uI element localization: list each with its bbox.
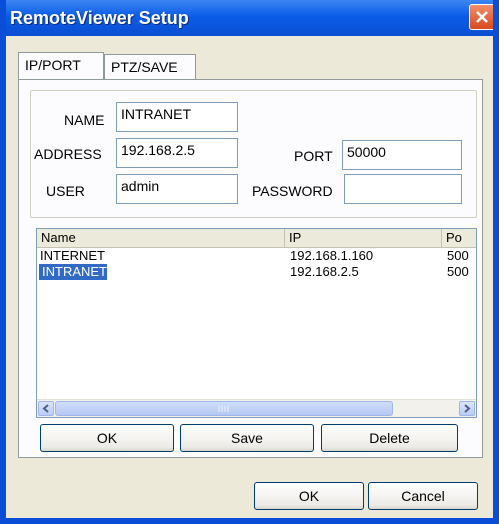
user-label: USER	[46, 183, 85, 199]
row-port: 500	[447, 264, 469, 279]
cancel-button[interactable]: Cancel	[368, 482, 478, 510]
row-name: INTRANET	[39, 264, 107, 280]
address-label: ADDRESS	[34, 146, 102, 162]
setup-dialog: RemoteViewer Setup IP/PORT PTZ/SAVE NAME…	[0, 0, 499, 524]
tab-ptz-save[interactable]: PTZ/SAVE	[104, 54, 196, 80]
password-label: PASSWORD	[252, 183, 333, 199]
scroll-left-button[interactable]	[38, 401, 54, 416]
window-title: RemoteViewer Setup	[10, 8, 189, 28]
list-header: Name IP Po	[37, 229, 476, 248]
row-port: 500	[447, 248, 469, 263]
grip-icon	[218, 406, 229, 412]
list-row[interactable]: INTERNET 192.168.1.160 500	[37, 248, 476, 264]
title-bar[interactable]: RemoteViewer Setup	[6, 0, 493, 36]
tab-ip-port[interactable]: IP/PORT	[18, 52, 104, 80]
list-ok-button[interactable]: OK	[40, 424, 174, 452]
name-field[interactable]: INTRANET	[116, 102, 238, 132]
list-row-selected[interactable]: INTRANET 192.168.2.5 500	[37, 264, 476, 280]
row-ip: 192.168.2.5	[290, 264, 359, 279]
row-ip: 192.168.1.160	[290, 248, 374, 263]
connection-list[interactable]: Name IP Po INTERNET 192.168.1.160 500 IN…	[36, 228, 477, 418]
row-name: INTERNET	[40, 248, 105, 263]
arrow-left-icon	[42, 404, 49, 413]
save-button[interactable]: Save	[180, 424, 314, 452]
close-button[interactable]	[469, 4, 493, 30]
scroll-right-button[interactable]	[459, 401, 475, 416]
tab-label: IP/PORT	[25, 57, 81, 73]
column-header-port[interactable]: Po	[442, 229, 476, 247]
delete-button[interactable]: Delete	[321, 424, 458, 452]
column-header-name[interactable]: Name	[37, 229, 285, 247]
user-field[interactable]: admin	[116, 174, 238, 204]
tab-label: PTZ/SAVE	[111, 59, 178, 75]
password-field[interactable]	[344, 174, 462, 204]
arrow-right-icon	[464, 404, 471, 413]
column-header-ip[interactable]: IP	[285, 229, 442, 247]
port-field[interactable]: 50000	[342, 140, 462, 170]
dialog-ok-button[interactable]: OK	[254, 482, 364, 510]
close-icon	[476, 11, 488, 23]
port-label: PORT	[294, 148, 333, 164]
horizontal-scrollbar[interactable]	[37, 399, 476, 417]
name-label: NAME	[64, 112, 105, 128]
scroll-thumb[interactable]	[55, 401, 393, 416]
address-field[interactable]: 192.168.2.5	[116, 138, 238, 168]
